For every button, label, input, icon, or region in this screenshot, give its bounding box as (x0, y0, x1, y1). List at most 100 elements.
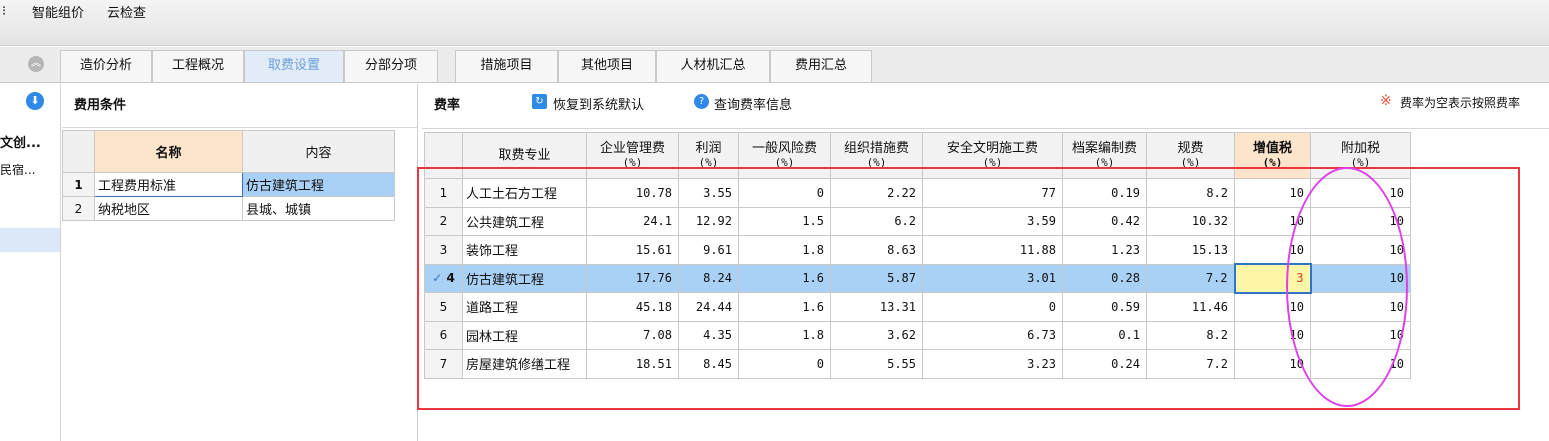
column-header-vat[interactable]: 增值税 (%) (1234, 132, 1311, 179)
cell-value[interactable]: 8.2 (1146, 178, 1235, 208)
cell-name[interactable]: 纳税地区 (94, 196, 243, 221)
cell-value[interactable]: 8.24 (678, 263, 739, 293)
column-header-archive-fee[interactable]: 档案编制费 (%) (1062, 132, 1147, 179)
cell-specialty[interactable]: 人工土石方工程 (462, 178, 587, 208)
table-row[interactable]: 3 装饰工程 15.61 9.61 1.8 8.63 11.88 1.23 15… (424, 235, 1411, 265)
restore-icon[interactable]: ↻ (532, 94, 547, 109)
cell-name[interactable]: 工程费用标准 (94, 172, 243, 197)
cell-value[interactable]: 3.01 (922, 263, 1063, 293)
cell-value[interactable]: 3.23 (922, 349, 1063, 379)
cell-value[interactable]: 6.73 (922, 320, 1063, 350)
cell-value[interactable]: 10 (1234, 235, 1311, 265)
tab-sub-items[interactable]: 分部分项 (344, 50, 438, 82)
cell-value[interactable]: 18.51 (586, 349, 679, 379)
cell-specialty[interactable]: 园林工程 (462, 320, 587, 350)
cell-value[interactable]: 0 (922, 292, 1063, 322)
cell-value[interactable]: 1.6 (738, 263, 831, 293)
cell-value[interactable]: 7.2 (1146, 349, 1235, 379)
column-header-general-risk[interactable]: 一般风险费 (%) (738, 132, 831, 179)
cell-content[interactable]: 县城、城镇 (242, 196, 395, 221)
cell-specialty[interactable]: 仿古建筑工程 (462, 263, 587, 293)
cell-value[interactable]: 1.5 (738, 206, 831, 236)
cell-value[interactable]: 10 (1310, 263, 1411, 293)
cell-value[interactable]: 10 (1310, 320, 1411, 350)
cell-value[interactable]: 0.59 (1062, 292, 1147, 322)
collapse-up-icon[interactable]: ︽ (28, 56, 44, 72)
cell-value[interactable]: 13.31 (830, 292, 923, 322)
cell-value[interactable]: 10 (1234, 206, 1311, 236)
cell-value[interactable]: 1.23 (1062, 235, 1147, 265)
cell-value[interactable]: 11.88 (922, 235, 1063, 265)
cell-content[interactable]: 仿古建筑工程 (242, 172, 395, 197)
cell-value[interactable]: 0 (738, 349, 831, 379)
cell-value[interactable]: 1.8 (738, 320, 831, 350)
tab-labor-material-summary[interactable]: 人材机汇总 (656, 50, 770, 82)
cell-value[interactable]: 5.87 (830, 263, 923, 293)
cell-value[interactable]: 8.45 (678, 349, 739, 379)
cell-value[interactable]: 77 (922, 178, 1063, 208)
cell-specialty[interactable]: 房屋建筑修缮工程 (462, 349, 587, 379)
table-row[interactable]: 2 公共建筑工程 24.1 12.92 1.5 6.2 3.59 0.42 10… (424, 206, 1411, 236)
column-header-profit[interactable]: 利润 (%) (678, 132, 739, 179)
cell-value[interactable]: 15.61 (586, 235, 679, 265)
cell-value[interactable]: 0.42 (1062, 206, 1147, 236)
tab-project-overview[interactable]: 工程概况 (152, 50, 244, 82)
restore-default-button[interactable]: 恢复到系统默认 (553, 94, 644, 113)
cell-value[interactable]: 3.62 (830, 320, 923, 350)
cell-value[interactable]: 0 (738, 178, 831, 208)
table-row[interactable]: 5 道路工程 45.18 24.44 1.6 13.31 0 0.59 11.4… (424, 292, 1411, 322)
tab-other-items[interactable]: 其他项目 (558, 50, 656, 82)
cell-value[interactable]: 9.61 (678, 235, 739, 265)
cell-value[interactable]: 10 (1234, 292, 1311, 322)
vat-edit-cell[interactable]: 3 (1233, 263, 1312, 294)
cell-value[interactable]: 3.59 (922, 206, 1063, 236)
tab-fee-settings[interactable]: 取费设置 (244, 50, 344, 82)
cell-value[interactable]: 15.13 (1146, 235, 1235, 265)
cell-value[interactable]: 24.44 (678, 292, 739, 322)
column-header-specialty[interactable]: 取费专业 (462, 132, 587, 179)
cell-value[interactable]: 10 (1310, 349, 1411, 379)
cell-value[interactable]: 1.8 (738, 235, 831, 265)
cell-value[interactable]: 17.76 (586, 263, 679, 293)
table-row[interactable]: 1 工程费用标准 仿古建筑工程 (62, 172, 395, 197)
nav-item-selected[interactable] (0, 228, 60, 252)
cell-value[interactable]: 8.2 (1146, 320, 1235, 350)
cell-value[interactable]: 5.55 (830, 349, 923, 379)
column-header-regulatory-fee[interactable]: 规费 (%) (1146, 132, 1235, 179)
column-header-organization-measures[interactable]: 组织措施费 (%) (830, 132, 923, 179)
column-header-safety-civilization[interactable]: 安全文明施工费 (%) (922, 132, 1063, 179)
menu-item-smart-pricing[interactable]: 智能组价 (32, 2, 84, 21)
cell-value[interactable]: 8.63 (830, 235, 923, 265)
cell-value[interactable]: 4.35 (678, 320, 739, 350)
table-row[interactable]: 2 纳税地区 县城、城镇 (62, 196, 395, 221)
tab-measures[interactable]: 措施项目 (455, 50, 558, 82)
cell-value[interactable]: 1.6 (738, 292, 831, 322)
table-row-selected[interactable]: ✓ 4 仿古建筑工程 17.76 8.24 1.6 5.87 3.01 0.28… (424, 263, 1411, 294)
column-header-surtax[interactable]: 附加税 (%) (1310, 132, 1411, 179)
menu-item-cloud-check[interactable]: 云检查 (107, 2, 146, 21)
cell-value[interactable]: 10 (1234, 349, 1311, 379)
cell-value[interactable]: 0.1 (1062, 320, 1147, 350)
cell-value[interactable]: 12.92 (678, 206, 739, 236)
column-header-content[interactable]: 内容 (242, 130, 395, 173)
table-row[interactable]: 6 园林工程 7.08 4.35 1.8 3.62 6.73 0.1 8.2 1… (424, 320, 1411, 350)
expand-down-icon[interactable]: ⬇ (26, 92, 44, 110)
cell-specialty[interactable]: 公共建筑工程 (462, 206, 587, 236)
cell-value[interactable]: 24.1 (586, 206, 679, 236)
column-header-name[interactable]: 名称 (94, 130, 243, 173)
cell-value[interactable]: 45.18 (586, 292, 679, 322)
cell-value[interactable]: 10 (1310, 235, 1411, 265)
cell-value[interactable]: 3.55 (678, 178, 739, 208)
query-rate-info-button[interactable]: 查询费率信息 (714, 94, 792, 113)
cell-value[interactable]: 10.32 (1146, 206, 1235, 236)
table-row[interactable]: 7 房屋建筑修缮工程 18.51 8.45 0 5.55 3.23 0.24 7… (424, 349, 1411, 379)
query-icon[interactable]: ? (694, 94, 709, 109)
cell-value[interactable]: 10 (1310, 206, 1411, 236)
cell-value[interactable]: 6.2 (830, 206, 923, 236)
cell-value[interactable]: 10 (1310, 292, 1411, 322)
nav-item-cultural[interactable]: 文创... (0, 132, 41, 151)
cell-value[interactable]: 11.46 (1146, 292, 1235, 322)
tab-fee-summary[interactable]: 费用汇总 (770, 50, 872, 82)
cell-value[interactable]: 7.2 (1146, 263, 1235, 293)
cell-value[interactable]: 10 (1234, 178, 1311, 208)
